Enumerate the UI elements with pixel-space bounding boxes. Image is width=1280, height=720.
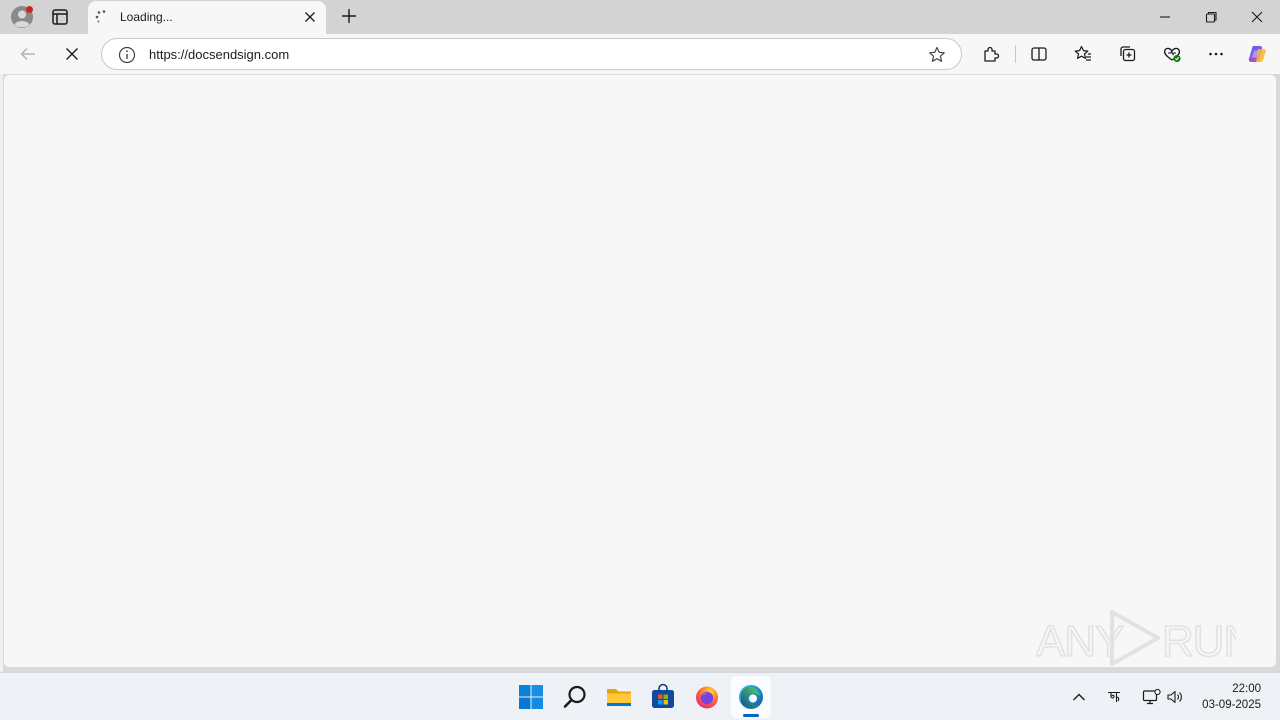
minimize-icon[interactable] — [1153, 5, 1177, 29]
title-bar: Loading... — [0, 0, 1280, 34]
anyrun-watermark: ANY RUN — [1035, 606, 1256, 670]
tab-close-icon[interactable] — [302, 9, 318, 25]
tab-actions-icon[interactable] — [48, 5, 72, 29]
site-info-icon[interactable] — [117, 45, 137, 65]
system-clock[interactable]: 22:00 03-09-2025 — [1202, 681, 1261, 713]
store-icon[interactable] — [649, 683, 677, 711]
show-hidden-icons-chevron-icon[interactable] — [1069, 687, 1089, 707]
notification-dot — [26, 6, 33, 13]
search-icon[interactable] — [561, 683, 589, 711]
restore-icon[interactable] — [1199, 5, 1223, 29]
file-explorer-icon[interactable] — [605, 683, 633, 711]
input-language-icon[interactable] — [1104, 687, 1124, 707]
new-tab-button[interactable] — [338, 5, 360, 27]
edge-icon[interactable] — [737, 683, 765, 711]
copilot-icon[interactable] — [1245, 42, 1269, 66]
profile-avatar-icon[interactable] — [10, 5, 34, 29]
taskbar: 22:00 03-09-2025 — [0, 672, 1280, 720]
collections-icon[interactable] — [1116, 42, 1140, 66]
svg-text:RUN: RUN — [1162, 617, 1236, 666]
page-viewport[interactable] — [3, 74, 1277, 668]
start-icon[interactable] — [517, 683, 545, 711]
volume-icon[interactable] — [1165, 687, 1185, 707]
favorites-icon[interactable] — [1071, 42, 1095, 66]
more-options-icon[interactable] — [1204, 42, 1228, 66]
close-window-icon[interactable] — [1245, 5, 1269, 29]
browser-essentials-icon[interactable] — [1160, 42, 1184, 66]
tab-active[interactable]: Loading... — [88, 1, 326, 34]
tab-title: Loading... — [120, 10, 173, 24]
browser-toolbar: https://docsendsign.com — [0, 34, 1280, 74]
network-icon[interactable] — [1141, 687, 1161, 707]
favorite-star-icon[interactable] — [927, 45, 947, 65]
toolbar-divider — [1015, 45, 1016, 63]
active-app-indicator — [743, 714, 759, 717]
address-url[interactable]: https://docsendsign.com — [149, 47, 289, 62]
extensions-icon[interactable] — [979, 42, 1003, 66]
firefox-icon[interactable] — [693, 683, 721, 711]
split-screen-icon[interactable] — [1027, 42, 1051, 66]
back-arrow-icon[interactable] — [16, 42, 40, 66]
address-bar[interactable]: https://docsendsign.com — [101, 38, 962, 70]
clock-time: 22:00 — [1232, 683, 1261, 695]
clock-date: 03-09-2025 — [1202, 699, 1261, 711]
stop-loading-icon[interactable] — [60, 42, 84, 66]
loading-spinner-icon — [94, 9, 110, 25]
